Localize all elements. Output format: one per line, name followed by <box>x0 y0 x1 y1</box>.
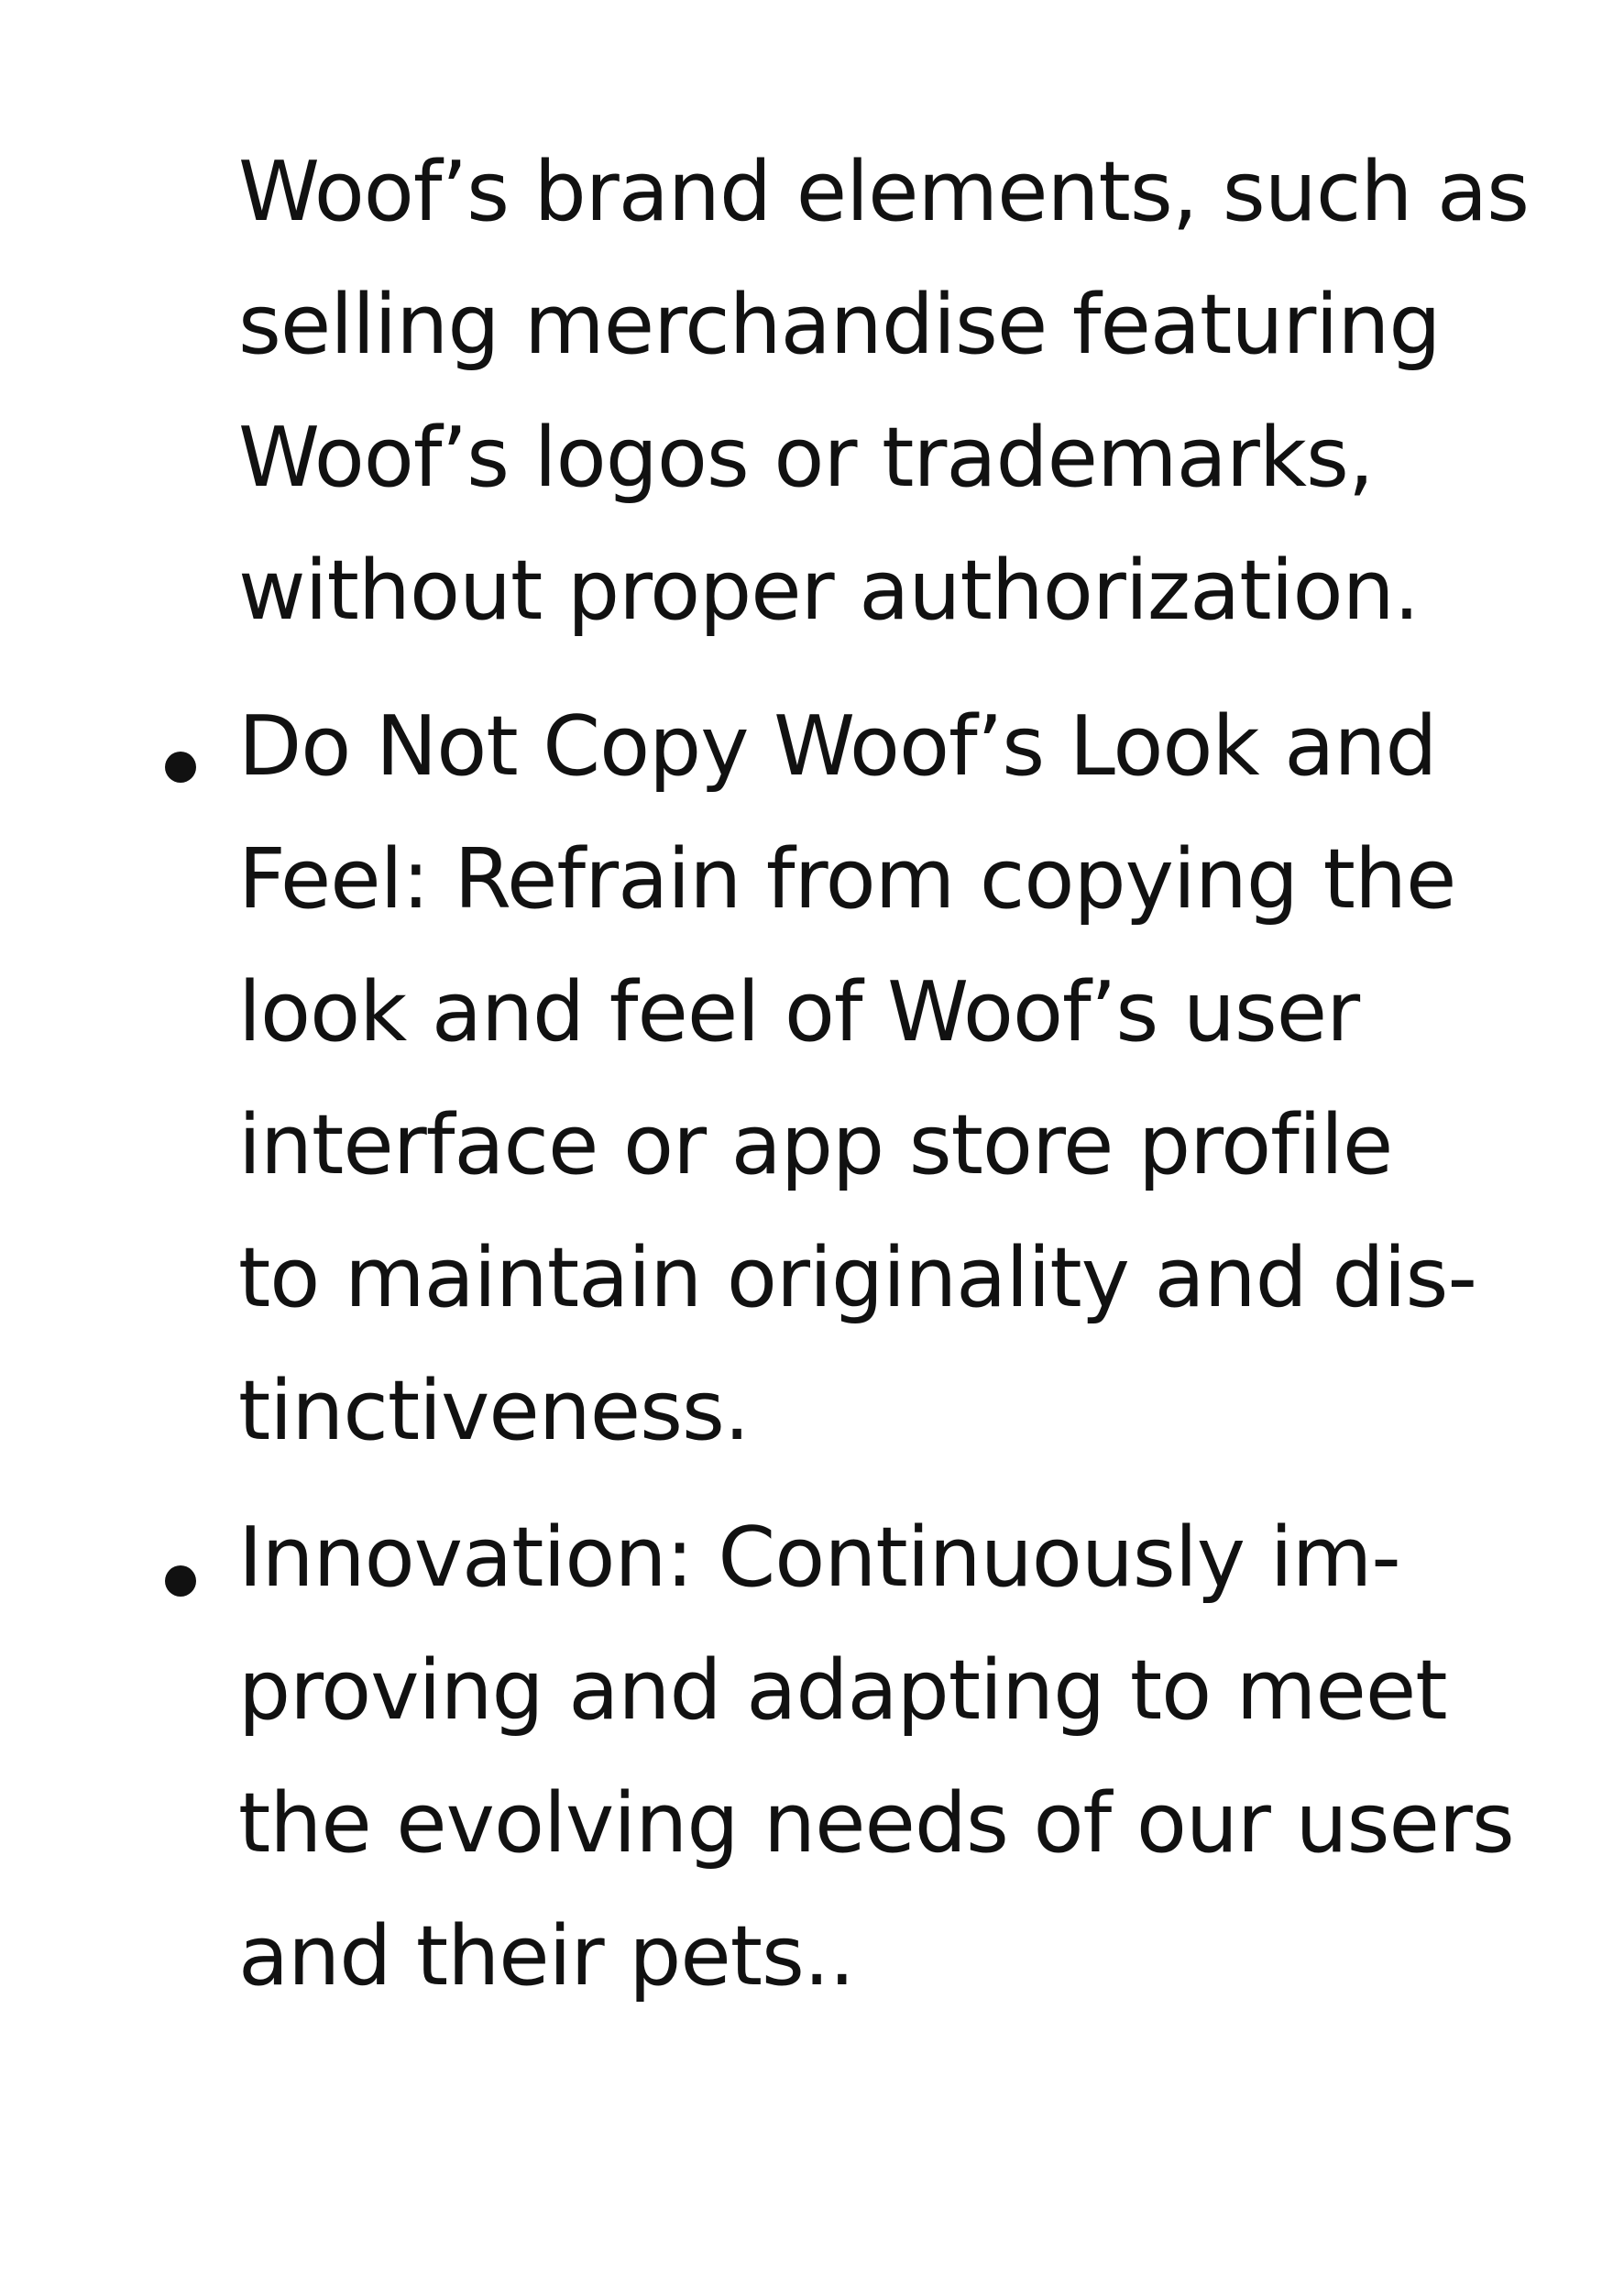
bullet-icon <box>165 752 196 783</box>
bullet-line: proving and adapting to meet <box>238 1642 1447 1739</box>
document-page: Woof’s brand elements, such as selling m… <box>0 0 1624 2273</box>
continuation-line: Woof’s logos or trademarks, <box>238 410 1374 506</box>
bullet-line: tinctiveness. <box>238 1363 751 1459</box>
bullet-icon <box>165 1565 196 1597</box>
bullet-line: Feel: Refrain from copying the <box>238 831 1456 928</box>
bullet-line: and their pets.. <box>238 1908 855 2004</box>
bullet-line: Innovation: Continuously im- <box>238 1510 1401 1606</box>
continuation-line: Woof’s brand elements, such as <box>238 144 1530 240</box>
bullet-line: the evolving needs of our users <box>238 1775 1515 1872</box>
bullet-line: Do Not Copy Woof’s Look and <box>238 698 1438 795</box>
bullet-line: to maintain originality and dis- <box>238 1230 1477 1326</box>
bullet-line: look and feel of Woof’s user <box>238 964 1360 1060</box>
continuation-line: selling merchandise featuring <box>238 277 1442 373</box>
bullet-line: interface or app store profile <box>238 1097 1393 1193</box>
continuation-line: without proper authorization. <box>238 543 1420 639</box>
